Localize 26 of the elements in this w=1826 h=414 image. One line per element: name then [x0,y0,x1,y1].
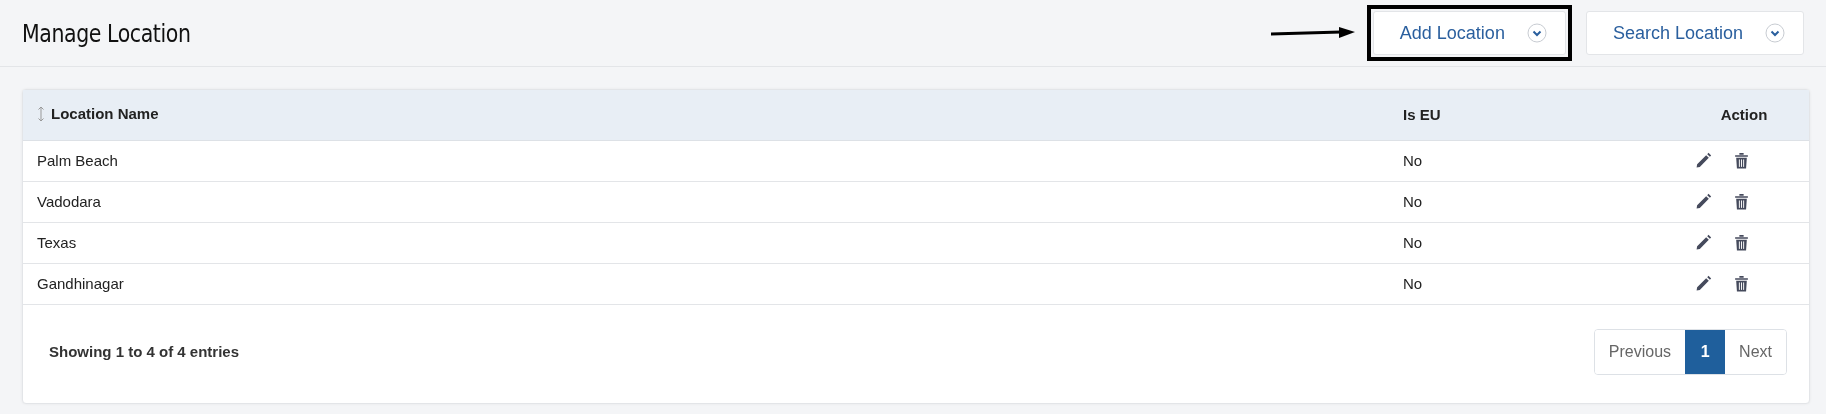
entries-summary: Showing 1 to 4 of 4 entries [49,343,240,360]
edit-icon[interactable] [1695,193,1712,210]
page-title: Manage Location [22,18,191,48]
edit-icon[interactable] [1695,275,1712,292]
delete-icon[interactable] [1734,275,1749,292]
delete-icon[interactable] [1734,152,1749,169]
page-button[interactable]: 1 [1685,329,1726,374]
table-cell: No [1403,275,1423,292]
table-cell: No [1403,193,1423,210]
table-cell: No [1403,234,1423,251]
delete-icon[interactable] [1734,234,1749,251]
dropdown-button[interactable]: Add Location [1372,11,1566,55]
dropdown-button[interactable]: Search Location [1585,11,1804,55]
delete-icon[interactable] [1734,193,1749,210]
column-header[interactable]: Location Name [51,105,159,122]
table-cell: Vadodara [37,193,101,210]
table-cell: Gandhinagar [37,275,124,292]
chevron-down-icon [1765,23,1785,43]
table-cell: No [1403,152,1423,169]
table-cell: Texas [37,234,77,251]
edit-icon[interactable] [1695,152,1712,169]
column-header: Action [1720,106,1768,124]
edit-icon[interactable] [1695,234,1712,251]
column-header: Is EU [1403,106,1441,124]
chevron-down-icon [1526,23,1547,43]
table-cell: Palm Beach [37,152,118,169]
